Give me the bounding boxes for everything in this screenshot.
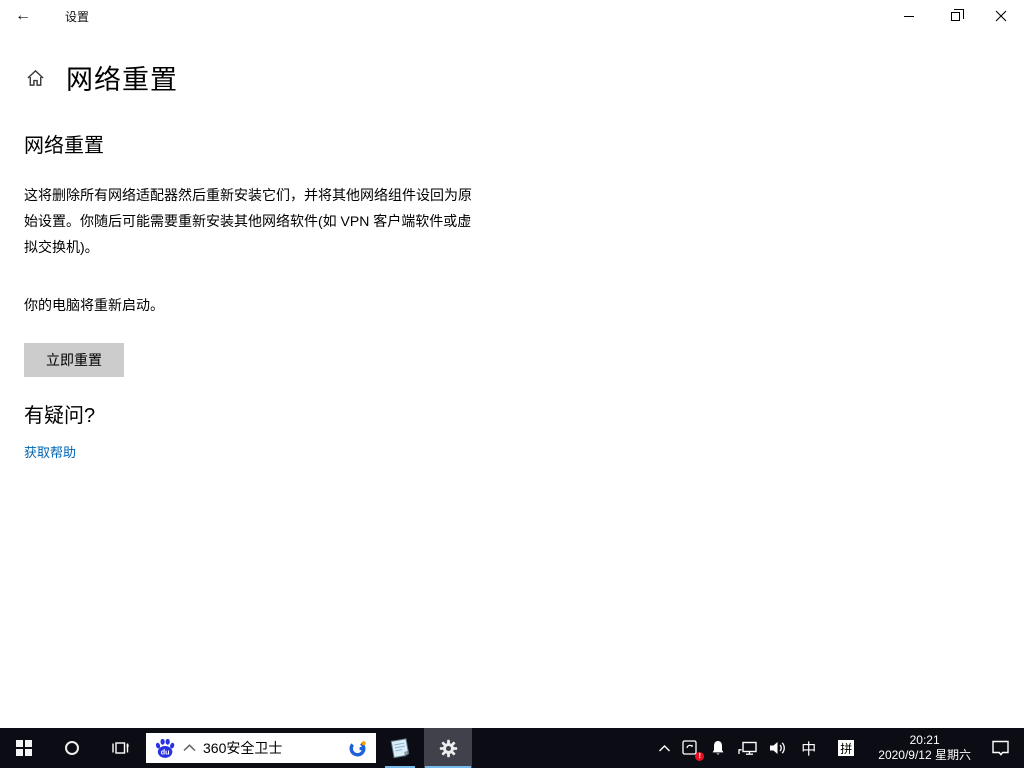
close-icon	[995, 10, 1007, 22]
minimize-button[interactable]	[886, 0, 932, 32]
settings-page: 网络重置 网络重置 这将删除所有网络适配器然后重新安装它们，并将其他网络组件设回…	[0, 32, 1024, 728]
taskbar: du 360安全卫士	[0, 728, 1024, 768]
minimize-icon	[904, 16, 914, 17]
start-button[interactable]	[0, 728, 48, 768]
taskbar-search-box[interactable]: du 360安全卫士	[146, 733, 376, 763]
window-controls	[886, 0, 1024, 32]
task-view-icon	[111, 740, 130, 756]
tray-security-app[interactable]: !	[676, 728, 704, 768]
bell-icon	[709, 739, 727, 757]
baidu-icon[interactable]: du	[154, 737, 176, 759]
windows-logo-icon	[16, 740, 32, 756]
svg-text:du: du	[161, 749, 170, 757]
close-button[interactable]	[978, 0, 1024, 32]
restore-button[interactable]	[932, 0, 978, 32]
taskbar-clock[interactable]: 20:21 2020/9/12 星期六	[868, 733, 981, 763]
action-center-icon	[990, 739, 1011, 757]
get-help-link[interactable]: 获取帮助	[24, 442, 76, 461]
tray-network[interactable]	[732, 728, 763, 768]
task-view-button[interactable]	[96, 728, 144, 768]
window-title: 设置	[65, 8, 89, 25]
speaker-icon	[768, 740, 788, 756]
section-title: 网络重置	[24, 129, 1024, 158]
ime-language-indicator[interactable]: 中	[793, 728, 824, 768]
tray-volume[interactable]	[763, 728, 793, 768]
search-text: 360安全卫士	[203, 738, 347, 758]
cortana-icon	[65, 741, 79, 755]
notepad-icon	[388, 736, 412, 760]
cortana-button[interactable]	[48, 728, 96, 768]
tray-chevron-up-icon	[658, 744, 671, 753]
ethernet-network-icon	[737, 740, 758, 757]
taskbar-app-notepad[interactable]	[376, 728, 424, 768]
questions-heading: 有疑问?	[24, 399, 1024, 428]
pinyin-mode-icon: 拼	[838, 740, 854, 756]
action-center-button[interactable]	[981, 728, 1024, 768]
reset-now-button[interactable]: 立即重置	[24, 343, 124, 377]
tray-show-hidden-icons[interactable]	[653, 728, 676, 768]
home-icon[interactable]	[26, 69, 45, 87]
ime-mode-indicator[interactable]: 拼	[824, 728, 868, 768]
restart-note: 你的电脑将重新启动。	[24, 295, 1024, 315]
360-search-icon[interactable]	[347, 738, 368, 759]
restore-icon	[951, 12, 960, 21]
taskbar-app-settings[interactable]	[424, 728, 472, 768]
page-header: 网络重置	[26, 58, 1024, 97]
chevron-up-icon[interactable]	[183, 744, 196, 752]
titlebar: ← 设置	[0, 0, 1024, 32]
description-text: 这将删除所有网络适配器然后重新安装它们，并将其他网络组件设回为原始设置。你随后可…	[24, 182, 480, 260]
page-title: 网络重置	[66, 58, 178, 97]
alert-badge: !	[695, 752, 704, 761]
tray-notifications[interactable]	[704, 728, 732, 768]
clock-date: 2020/9/12 星期六	[878, 748, 971, 763]
back-button[interactable]: ←	[0, 0, 46, 32]
system-tray: ! 中 拼	[653, 728, 1024, 768]
clock-time: 20:21	[878, 733, 971, 748]
gear-icon	[438, 738, 459, 759]
